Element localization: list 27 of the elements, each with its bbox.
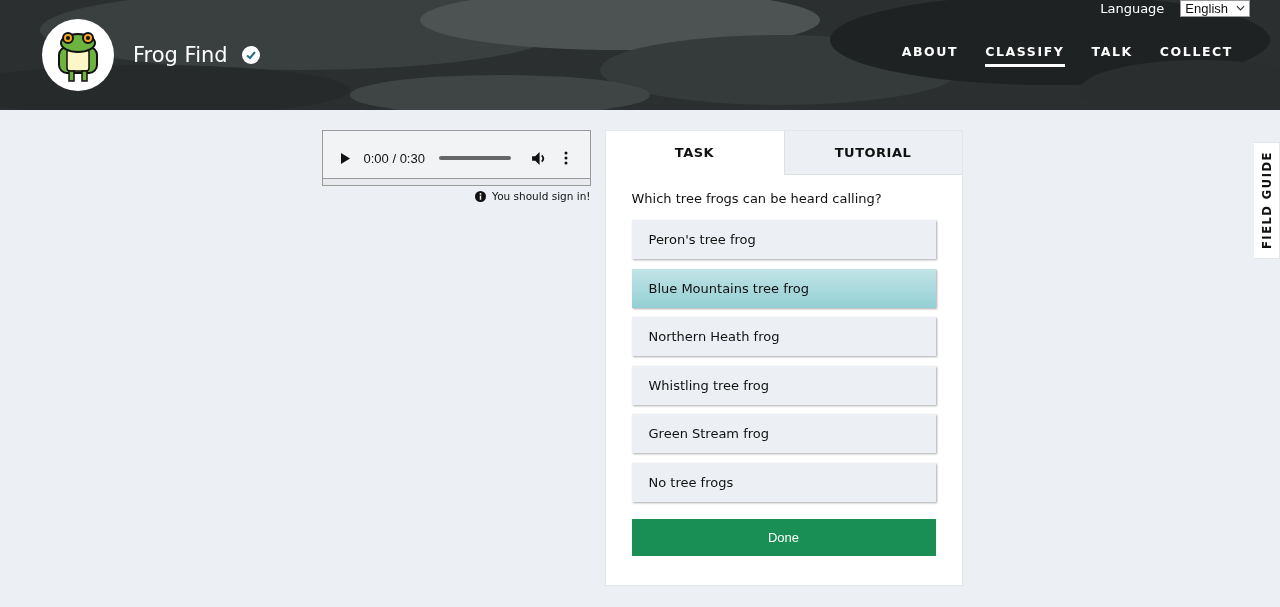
volume-icon[interactable] xyxy=(530,150,546,166)
answer-option[interactable]: Peron's tree frog xyxy=(631,220,936,259)
audio-progress-slider[interactable] xyxy=(438,156,511,160)
nav-link[interactable]: COLLECT xyxy=(1159,44,1233,67)
more-options-icon[interactable] xyxy=(563,151,568,165)
tab[interactable]: TUTORIAL xyxy=(783,131,962,175)
nav-link[interactable]: ABOUT xyxy=(901,44,959,67)
answer-option[interactable]: Blue Mountains tree frog xyxy=(631,268,936,308)
project-title[interactable]: Frog Find xyxy=(133,43,228,67)
sign-in-notice: You should sign in! xyxy=(492,190,591,202)
frog-logo-icon[interactable] xyxy=(42,19,114,91)
nav-link[interactable]: CLASSIFY xyxy=(985,44,1065,67)
question-text: Which tree frogs can be heard calling? xyxy=(631,191,883,206)
nav-link[interactable]: TALK xyxy=(1091,44,1133,67)
play-icon[interactable] xyxy=(340,152,350,164)
audio-time: 0:00 / 0:30 xyxy=(363,150,425,166)
language-select[interactable]: English xyxy=(1180,0,1250,17)
audio-player[interactable]: 0:00 / 0:30 xyxy=(321,130,591,186)
done-button[interactable]: Done xyxy=(631,519,936,556)
answer-option[interactable]: No tree frogs xyxy=(631,462,936,502)
answer-option[interactable]: Northern Heath frog xyxy=(631,317,936,356)
field-guide-tab[interactable]: FIELD GUIDE xyxy=(1254,142,1280,259)
caret-icon xyxy=(1236,5,1245,11)
info-icon xyxy=(475,190,487,202)
answer-option[interactable]: Whistling tree frog xyxy=(631,365,936,405)
answer-option[interactable]: Green Stream frog xyxy=(631,414,936,453)
language-label: Language xyxy=(1100,0,1165,16)
